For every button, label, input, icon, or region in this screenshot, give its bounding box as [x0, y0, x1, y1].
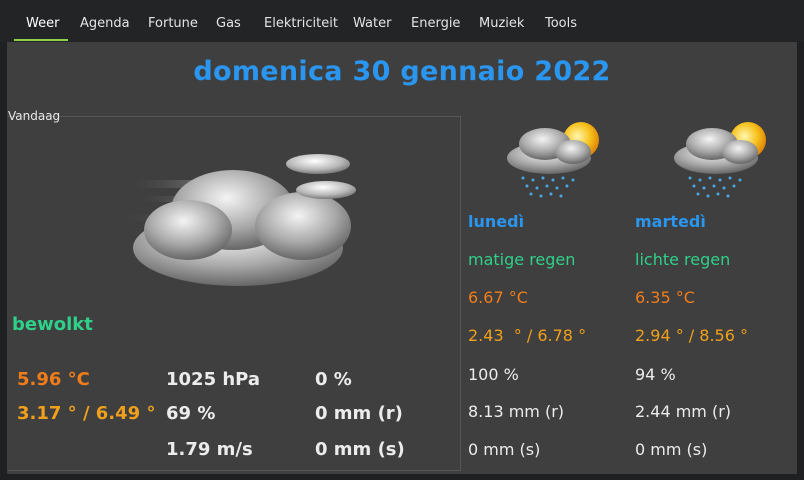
- forecast-rain-2: 2.44 mm (r): [635, 402, 732, 421]
- today-rain: 0 mm (r): [315, 403, 403, 424]
- forecast-minmax-1: 2.43 ° / 6.78 °: [468, 326, 587, 345]
- tab-agenda[interactable]: Agenda: [80, 7, 130, 41]
- rain-sun-icon: [507, 122, 599, 198]
- today-description: bewolkt: [12, 314, 93, 335]
- page-title: domenica 30 gennaio 2022: [193, 56, 611, 87]
- tab-muziek[interactable]: Muziek: [479, 7, 524, 41]
- rain-sun-icon: [674, 122, 766, 198]
- tab-water[interactable]: Water: [353, 7, 391, 41]
- forecast-minmax-2: 2.94 ° / 8.56 °: [635, 326, 748, 345]
- today-humidity: 69 %: [166, 403, 216, 424]
- today-clouds: 0 %: [315, 369, 352, 390]
- forecast-temperature-1: 6.67 °C: [468, 288, 528, 307]
- forecast-day-1: lunedì: [468, 212, 525, 231]
- tab-gas[interactable]: Gas: [216, 7, 241, 41]
- today-group-label: Vandaag: [8, 109, 61, 123]
- forecast-humidity-1: 100 %: [468, 365, 519, 384]
- today-wind: 1.79 m/s: [166, 439, 253, 460]
- forecast-snow-2: 0 mm (s): [635, 440, 708, 459]
- forecast-description-1: matige regen: [468, 250, 576, 269]
- active-tab-indicator: [14, 39, 68, 41]
- today-minmax: 3.17 ° / 6.49 °: [17, 403, 156, 424]
- forecast-day-2: martedì: [635, 212, 706, 231]
- tab-fortune[interactable]: Fortune: [148, 7, 198, 41]
- forecast-description-2: lichte regen: [635, 250, 731, 269]
- forecast-temperature-2: 6.35 °C: [635, 288, 695, 307]
- tab-weer[interactable]: Weer: [26, 7, 59, 41]
- forecast-humidity-2: 94 %: [635, 365, 676, 384]
- today-temperature: 5.96 °C: [17, 369, 90, 390]
- today-snow: 0 mm (s): [315, 439, 405, 460]
- forecast-snow-1: 0 mm (s): [468, 440, 541, 459]
- tab-tools[interactable]: Tools: [545, 7, 577, 41]
- tab-energie[interactable]: Energie: [411, 7, 460, 41]
- tab-elektriciteit[interactable]: Elektriciteit: [264, 7, 338, 41]
- today-pressure: 1025 hPa: [166, 369, 261, 390]
- cloudy-icon: [120, 154, 356, 286]
- forecast-rain-1: 8.13 mm (r): [468, 402, 565, 421]
- tab-bar: Weer Agenda Fortune Gas Elektriciteit Wa…: [0, 0, 804, 42]
